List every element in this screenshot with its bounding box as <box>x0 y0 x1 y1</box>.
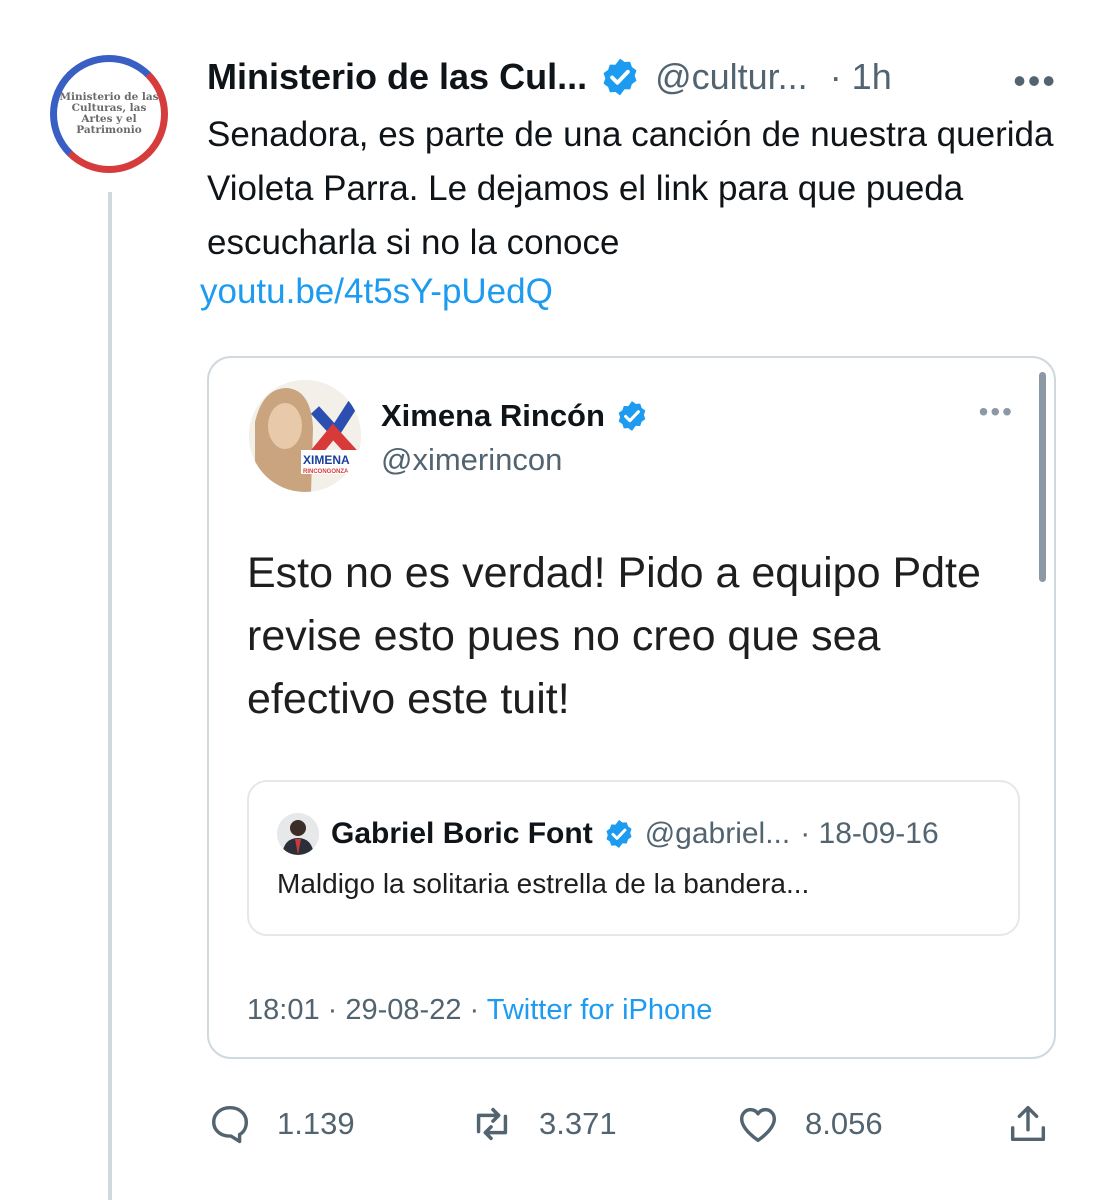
nested-quote-text: Maldigo la solitaria estrella de la band… <box>277 868 810 899</box>
tweet-text: Senadora, es parte de una canción de nue… <box>207 115 1054 262</box>
quoted-source[interactable]: Twitter for iPhone <box>487 994 713 1026</box>
quoted-tweet-card[interactable]: XIMENA RINCONGONZA Ximena Rincón @ximeri… <box>207 356 1056 1059</box>
thread-line <box>108 192 112 1200</box>
retweet-button[interactable]: 3.371 <box>469 1096 617 1152</box>
quoted-author: Ximena Rincón <box>381 398 649 434</box>
reply-count: 1.139 <box>277 1106 355 1141</box>
quoted-author-name[interactable]: Ximena Rincón <box>381 398 605 434</box>
quoted-tweet-text: Esto no es verdad! Pido a equipo Pdte re… <box>247 549 981 723</box>
quoted-tweet-meta: 18:01 · 29-08-22 · Twitter for iPhone <box>247 994 712 1027</box>
quoted-author-avatar[interactable]: XIMENA RINCONGONZA <box>249 380 361 492</box>
tweet-actions: 1.139 3.371 8.056 <box>207 1096 1057 1152</box>
author-avatar[interactable]: Ministerio de las Culturas, las Artes y … <box>50 55 168 173</box>
like-count: 8.056 <box>805 1106 883 1141</box>
like-button[interactable]: 8.056 <box>735 1096 883 1152</box>
nested-author-avatar[interactable] <box>277 813 319 855</box>
nested-quote-header: Gabriel Boric Font @gabriel... · 18-09-1… <box>277 813 939 855</box>
tweet-link[interactable]: youtu.be/4t5sY-pUedQ <box>200 272 553 312</box>
like-icon <box>739 1107 777 1143</box>
more-icon[interactable]: ••• <box>979 396 1014 428</box>
nested-date[interactable]: · 18-09-16 <box>800 817 938 851</box>
reply-icon <box>211 1105 249 1144</box>
avatar-logo-text: Ministerio de las Culturas, las Artes y … <box>59 91 159 136</box>
nested-author-name[interactable]: Gabriel Boric Font <box>331 817 593 851</box>
verified-badge-icon <box>603 818 635 850</box>
avatar-logo-subtext: RINCONGONZA <box>303 469 349 475</box>
quoted-date: 29-08-22 <box>345 994 462 1026</box>
more-icon[interactable]: ••• <box>1013 60 1057 102</box>
nested-author-handle[interactable]: @gabriel... <box>645 817 791 851</box>
meta-separator: · <box>469 994 480 1026</box>
share-icon <box>1010 1105 1046 1142</box>
quoted-author-handle[interactable]: @ximerincon <box>381 442 562 478</box>
verified-badge-icon <box>615 399 649 433</box>
author-handle[interactable]: @cultur... <box>655 56 808 98</box>
share-button[interactable] <box>1005 1096 1075 1152</box>
avatar-logo-text: XIMENA <box>303 453 350 467</box>
retweet-count: 3.371 <box>539 1106 617 1141</box>
meta-separator: · <box>327 994 338 1026</box>
tweet-timestamp[interactable]: · 1h <box>830 56 892 98</box>
quoted-time: 18:01 <box>247 994 320 1026</box>
retweet-icon <box>476 1107 508 1141</box>
verified-badge-icon <box>599 56 641 98</box>
reply-button[interactable]: 1.139 <box>207 1096 355 1152</box>
author-name[interactable]: Ministerio de las Cul... <box>207 56 587 98</box>
nested-quoted-tweet[interactable]: Gabriel Boric Font @gabriel... · 18-09-1… <box>247 780 1020 936</box>
scrollbar[interactable] <box>1039 372 1046 582</box>
tweet-header: Ministerio de las Cul... @cultur... · 1h… <box>207 52 1057 102</box>
